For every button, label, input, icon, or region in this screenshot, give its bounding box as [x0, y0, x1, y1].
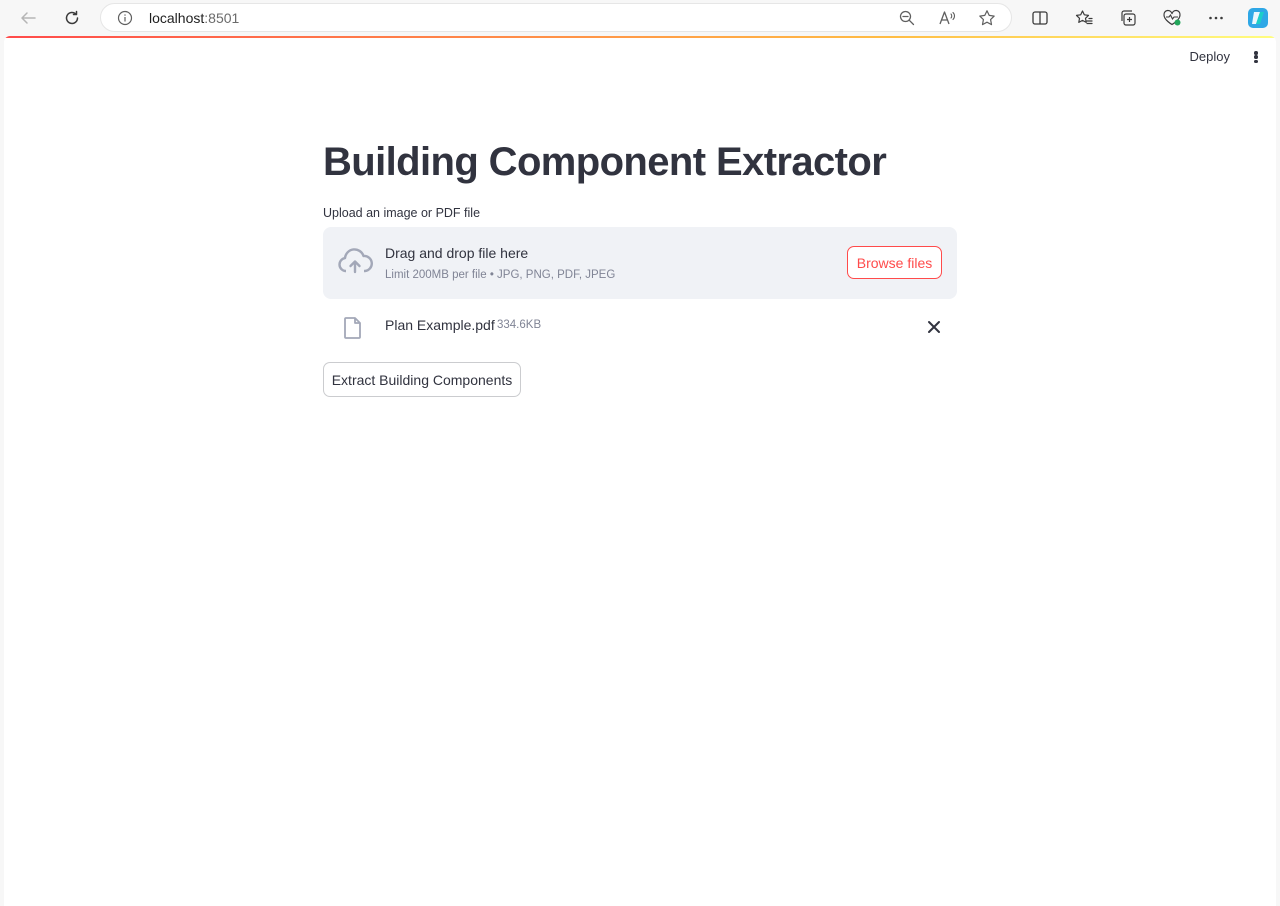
split-screen-icon[interactable]: [1028, 6, 1052, 30]
read-aloud-icon[interactable]: [937, 8, 957, 28]
uploader-label: Upload an image or PDF file: [323, 206, 481, 220]
copilot-icon[interactable]: [1246, 6, 1270, 30]
collections-icon[interactable]: [1116, 6, 1140, 30]
back-arrow-icon[interactable]: [16, 6, 40, 30]
deploy-button[interactable]: Deploy: [1190, 49, 1230, 64]
dropzone-limits: Limit 200MB per file • JPG, PNG, PDF, JP…: [385, 269, 616, 281]
main-menu-icon[interactable]: [1250, 48, 1262, 66]
remove-file-icon[interactable]: [925, 318, 943, 336]
app-viewport: Deploy Building Component Extractor Uplo…: [4, 36, 1276, 906]
site-info-icon[interactable]: [117, 10, 133, 26]
browser-toolbar: localhost:8501: [0, 0, 1280, 36]
favorites-icon[interactable]: [1072, 6, 1096, 30]
refresh-icon[interactable]: [60, 6, 84, 30]
dropzone-title: Drag and drop file here: [385, 245, 529, 261]
browse-files-button[interactable]: Browse files: [847, 246, 942, 279]
url-text[interactable]: localhost:8501: [149, 10, 239, 26]
url-port: :8501: [204, 10, 240, 26]
header-decoration: [4, 36, 1276, 38]
uploaded-file-item: Plan Example.pdf 334.6KB: [323, 308, 957, 346]
page-title: Building Component Extractor: [323, 140, 887, 184]
file-document-icon: [343, 316, 363, 340]
address-bar[interactable]: localhost:8501: [100, 3, 1012, 32]
file-dropzone[interactable]: Drag and drop file here Limit 200MB per …: [323, 227, 957, 299]
extract-components-button[interactable]: Extract Building Components: [323, 362, 521, 397]
browser-essentials-icon[interactable]: [1160, 6, 1184, 30]
favorite-star-icon[interactable]: [977, 8, 997, 28]
cloud-upload-icon: [337, 247, 373, 277]
file-name: Plan Example.pdf: [385, 317, 495, 333]
zoom-out-icon[interactable]: [897, 8, 917, 28]
more-options-icon[interactable]: [1204, 6, 1228, 30]
url-host: localhost: [149, 10, 205, 26]
file-size: 334.6KB: [497, 319, 542, 331]
